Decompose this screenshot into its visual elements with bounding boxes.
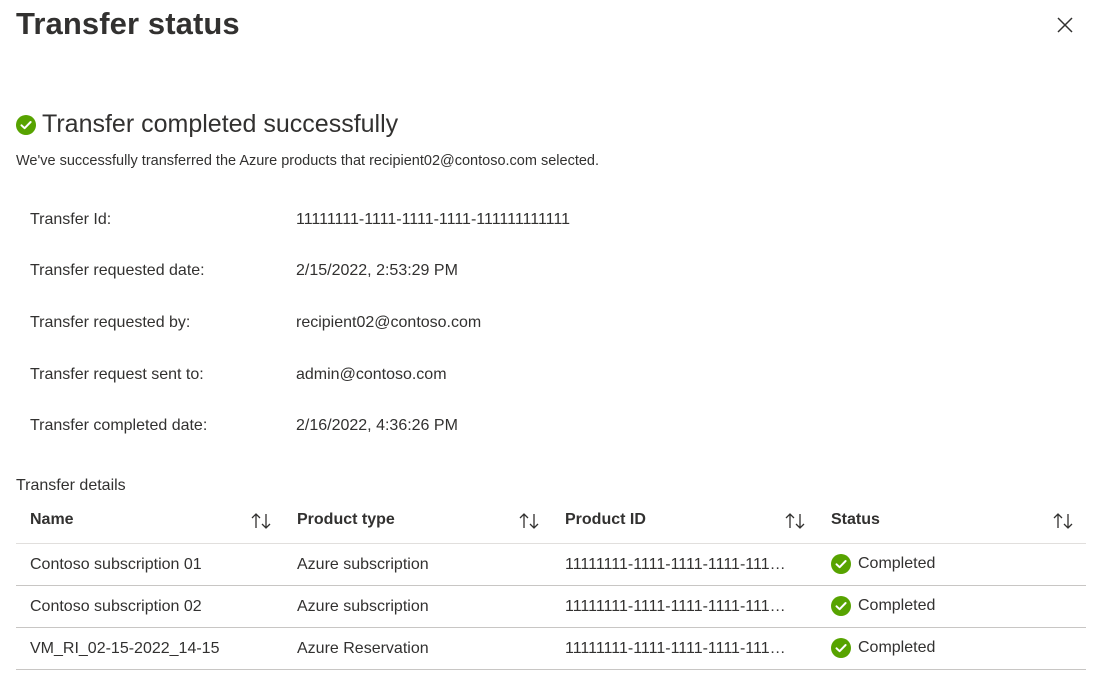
transfer-details-table: Name Product type Product ID Status Cont… (16, 500, 1086, 670)
cell-status: Completed (831, 554, 935, 574)
sort-icon[interactable] (250, 511, 272, 531)
status-text: Completed (858, 555, 936, 572)
check-circle-icon (831, 638, 851, 658)
cell-product-type: Azure Reservation (297, 640, 429, 657)
column-header-product-id[interactable]: Product ID (565, 511, 646, 529)
cell-product-id: 11111111-1111-1111-1111-111… (565, 598, 786, 615)
status-text: Completed (858, 597, 936, 614)
table-row[interactable]: Contoso subscription 02 Azure subscripti… (16, 586, 1086, 628)
sort-icon[interactable] (518, 511, 540, 531)
cell-product-id: 11111111-1111-1111-1111-111… (565, 556, 786, 573)
info-value: admin@contoso.com (296, 366, 447, 383)
sort-icon[interactable] (1052, 511, 1074, 531)
cell-name: VM_RI_02-15-2022_14-15 (30, 640, 220, 657)
transfer-details-label: Transfer details (16, 477, 126, 494)
success-header: Transfer completed successfully (16, 110, 398, 139)
info-value: 2/15/2022, 2:53:29 PM (296, 262, 458, 279)
cell-product-id: 11111111-1111-1111-1111-111… (565, 640, 786, 657)
table-row[interactable]: Contoso subscription 01 Azure subscripti… (16, 544, 1086, 586)
info-label: Transfer requested by: (30, 314, 191, 331)
cell-status: Completed (831, 596, 935, 616)
cell-product-type: Azure subscription (297, 598, 429, 615)
cell-name: Contoso subscription 02 (30, 598, 202, 615)
close-icon (1056, 16, 1074, 39)
table-header: Name Product type Product ID Status (16, 500, 1086, 544)
success-description: We've successfully transferred the Azure… (16, 153, 600, 169)
cell-product-type: Azure subscription (297, 556, 429, 573)
cell-status: Completed (831, 638, 935, 658)
info-value: recipient02@contoso.com (296, 314, 482, 331)
check-circle-icon (831, 554, 851, 574)
column-header-name[interactable]: Name (30, 511, 74, 529)
sort-icon[interactable] (784, 511, 806, 531)
info-label: Transfer requested date: (30, 262, 205, 279)
status-text: Completed (858, 639, 936, 656)
table-row[interactable]: VM_RI_02-15-2022_14-15 Azure Reservation… (16, 628, 1086, 670)
info-value: 11111111-1111-1111-1111-111111111111 (296, 211, 570, 228)
check-circle-icon (16, 114, 36, 135)
success-title: Transfer completed successfully (42, 110, 399, 138)
cell-name: Contoso subscription 01 (30, 556, 202, 573)
info-label: Transfer completed date: (30, 417, 208, 434)
check-circle-icon (831, 596, 851, 616)
column-header-status[interactable]: Status (831, 511, 880, 529)
info-label: Transfer request sent to: (30, 366, 204, 383)
page-title: Transfer status (16, 6, 240, 41)
column-header-product-type[interactable]: Product type (297, 511, 395, 529)
info-label: Transfer Id: (30, 211, 112, 228)
close-button[interactable] (1052, 14, 1078, 40)
info-value: 2/16/2022, 4:36:26 PM (296, 417, 458, 434)
